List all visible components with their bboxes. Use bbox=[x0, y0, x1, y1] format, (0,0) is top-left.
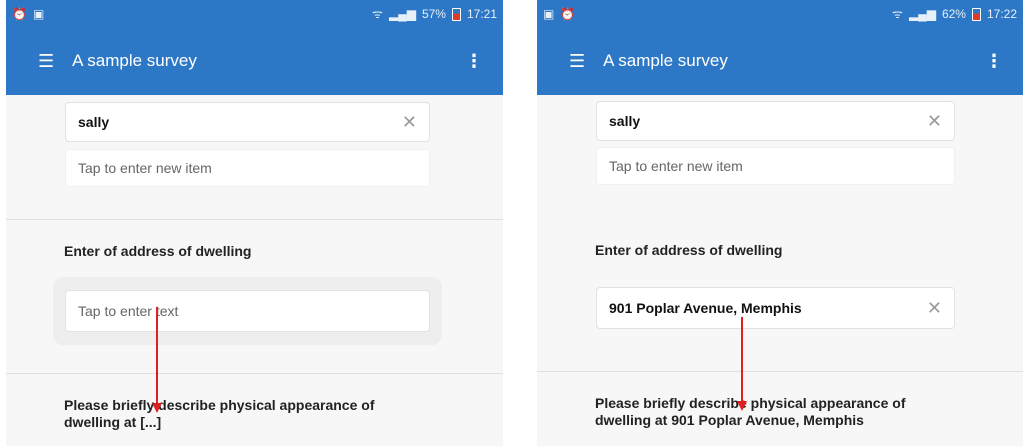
battery-percent: 62% bbox=[941, 7, 966, 21]
new-item-input[interactable]: Tap to enter new item bbox=[596, 147, 955, 185]
annotation-arrow bbox=[737, 317, 747, 411]
status-bar: ⏰ ▣ ᯤ ▂▄▆ 57% 17:21 bbox=[6, 0, 503, 28]
close-icon[interactable]: ✕ bbox=[927, 111, 942, 132]
close-icon[interactable]: ✕ bbox=[927, 298, 942, 319]
status-time: 17:21 bbox=[466, 7, 497, 21]
address-placeholder: Tap to enter text bbox=[78, 303, 179, 319]
menu-icon[interactable]: ☰ bbox=[569, 51, 585, 72]
app-bar: ☰ A sample survey ⋮ bbox=[537, 27, 1023, 95]
signal-icon: ▂▄▆ bbox=[908, 7, 936, 21]
signal-icon: ▂▄▆ bbox=[388, 7, 416, 21]
divider bbox=[6, 219, 503, 220]
app-bar: ☰ A sample survey ⋮ bbox=[6, 27, 503, 95]
right-screenshot: ▣ ⏰ ᯤ ▂▄▆ 62% 17:22 ☰ A sample survey ⋮ … bbox=[537, 0, 1023, 446]
menu-icon[interactable]: ☰ bbox=[38, 51, 54, 72]
address-input[interactable]: Tap to enter text bbox=[65, 290, 430, 332]
battery-icon bbox=[971, 7, 981, 21]
address-question: Enter of address of dwelling bbox=[595, 242, 783, 258]
address-value: 901 Poplar Avenue, Memphis bbox=[609, 300, 802, 316]
more-vert-icon[interactable]: ⋮ bbox=[465, 51, 483, 72]
annotation-arrow bbox=[152, 307, 162, 413]
list-item-value: sally bbox=[609, 113, 641, 129]
divider bbox=[537, 371, 1023, 372]
list-item-input[interactable]: sally ✕ bbox=[65, 102, 430, 142]
left-screenshot: ⏰ ▣ ᯤ ▂▄▆ 57% 17:21 ☰ A sample survey ⋮ … bbox=[6, 0, 503, 446]
close-icon[interactable]: ✕ bbox=[402, 112, 417, 133]
new-item-placeholder: Tap to enter new item bbox=[78, 160, 212, 176]
status-bar: ▣ ⏰ ᯤ ▂▄▆ 62% 17:22 bbox=[537, 0, 1023, 28]
app-title: A sample survey bbox=[603, 51, 728, 70]
list-item-input[interactable]: sally ✕ bbox=[596, 101, 955, 141]
status-time: 17:22 bbox=[986, 7, 1017, 21]
battery-percent: 57% bbox=[421, 7, 446, 21]
image-icon: ▣ bbox=[543, 7, 555, 21]
new-item-input[interactable]: Tap to enter new item bbox=[65, 149, 430, 187]
address-input[interactable]: 901 Poplar Avenue, Memphis ✕ bbox=[596, 287, 955, 329]
app-title: A sample survey bbox=[72, 51, 197, 70]
wifi-icon: ᯤ bbox=[892, 7, 903, 21]
image-icon: ▣ bbox=[32, 7, 45, 21]
new-item-placeholder: Tap to enter new item bbox=[609, 158, 743, 174]
list-item-value: sally bbox=[78, 114, 110, 130]
divider bbox=[6, 373, 503, 374]
wifi-icon: ᯤ bbox=[372, 7, 383, 21]
more-vert-icon[interactable]: ⋮ bbox=[985, 51, 1003, 72]
description-question: Please briefly describe physical appeara… bbox=[595, 395, 906, 428]
alarm-icon: ⏰ bbox=[12, 7, 27, 21]
alarm-icon: ⏰ bbox=[560, 7, 576, 21]
description-question: Please briefly describe physical appeara… bbox=[64, 397, 375, 430]
address-question: Enter of address of dwelling bbox=[64, 243, 252, 259]
battery-icon bbox=[451, 7, 461, 21]
